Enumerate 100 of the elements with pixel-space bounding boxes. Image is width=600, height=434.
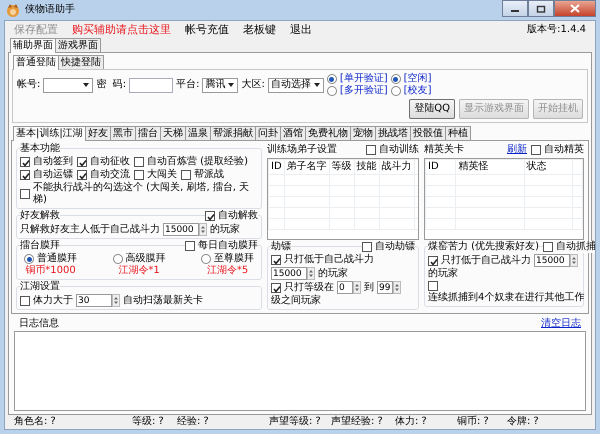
radio-button[interactable] xyxy=(326,74,337,84)
radio-label[interactable]: 普通膜拜 xyxy=(37,253,77,266)
checkbox[interactable] xyxy=(185,241,195,252)
tab[interactable]: 普通登陆 xyxy=(13,55,59,70)
menu-item[interactable]: 老板键 xyxy=(243,23,276,36)
option-label: 级之间玩家 xyxy=(271,295,321,308)
tab[interactable]: 天梯 xyxy=(160,126,186,140)
group-title: 擂台膜拜 xyxy=(20,240,60,252)
column-header[interactable]: 弟子名字 xyxy=(284,160,330,175)
radio-button[interactable] xyxy=(112,254,122,264)
action-button[interactable]: 登陆QQ xyxy=(409,99,455,120)
radio-button[interactable] xyxy=(24,254,34,264)
checkbox-label[interactable]: 自动交流 xyxy=(90,169,130,182)
checkbox[interactable] xyxy=(205,211,215,222)
close-button[interactable] xyxy=(554,0,596,17)
column-header[interactable]: 等级 xyxy=(329,160,354,175)
radio-label[interactable]: 至尊膜拜 xyxy=(214,253,254,266)
number-field[interactable]: 15000 xyxy=(271,267,307,280)
tab[interactable]: 黑市 xyxy=(110,126,136,140)
column-header[interactable]: 技能 xyxy=(354,160,380,175)
checkbox[interactable] xyxy=(20,296,30,306)
tab[interactable]: 温泉 xyxy=(184,126,211,140)
checkbox-label[interactable]: 自动签到 xyxy=(33,156,73,168)
checkbox[interactable] xyxy=(366,145,376,156)
checkbox-label[interactable]: 自动百炼营 (提取经验) xyxy=(147,156,248,168)
radio-button[interactable] xyxy=(390,86,401,96)
radio-button[interactable] xyxy=(201,254,211,264)
checkbox-label[interactable]: 自动运镖 xyxy=(33,169,73,182)
checkbox[interactable] xyxy=(362,242,372,252)
column-header[interactable]: ID xyxy=(268,160,284,175)
checkbox[interactable] xyxy=(20,189,30,200)
checkbox[interactable] xyxy=(428,256,438,266)
account-dropdown[interactable] xyxy=(43,78,94,93)
checkbox[interactable] xyxy=(542,242,553,252)
checkbox[interactable] xyxy=(20,157,30,168)
checkbox[interactable] xyxy=(428,281,438,292)
tab[interactable]: 免费礼物 xyxy=(304,126,351,140)
tab[interactable]: 种植 xyxy=(444,126,471,140)
number-field[interactable]: 30 xyxy=(76,294,112,308)
menu-item[interactable]: 购买辅助请点击这里 xyxy=(72,23,171,36)
number-field[interactable]: 15000 xyxy=(534,254,570,268)
refresh-link[interactable]: 刷新 xyxy=(507,144,527,156)
checkbox-label[interactable]: 帮派战 xyxy=(194,169,224,182)
radio-button[interactable] xyxy=(326,86,337,96)
spinner-icon xyxy=(199,223,207,236)
radio-button[interactable] xyxy=(390,74,401,84)
number-field[interactable]: 15000 xyxy=(163,223,199,236)
checkbox[interactable] xyxy=(77,170,87,180)
tab[interactable]: 问卦 xyxy=(254,126,281,140)
tab[interactable]: 基本|训练|江湖 xyxy=(13,126,86,142)
column-header[interactable]: 战斗力 xyxy=(379,160,414,175)
radio-label[interactable]: [校友] xyxy=(404,85,432,98)
checkbox[interactable] xyxy=(134,157,144,168)
group-title: 精英关卡 xyxy=(424,144,464,156)
spinner-icon xyxy=(393,281,401,294)
checkbox-label[interactable]: 自动征收 xyxy=(90,156,130,168)
checkbox[interactable] xyxy=(77,157,87,168)
tab[interactable]: 好友 xyxy=(84,126,111,140)
radio-label[interactable]: 高级膜拜 xyxy=(126,253,166,266)
number-field[interactable]: 0 xyxy=(337,281,353,294)
maximize-button[interactable] xyxy=(528,0,554,17)
column-header[interactable]: 精英怪 xyxy=(456,160,524,175)
status-label: 声望经验: xyxy=(331,416,374,428)
tab[interactable]: 酒馆 xyxy=(280,126,306,140)
status-value: ? xyxy=(421,416,427,428)
status-value: ? xyxy=(483,416,489,428)
password-field[interactable] xyxy=(129,78,174,93)
platform-dropdown[interactable]: 腾讯 xyxy=(202,78,238,93)
menu-item[interactable]: 帐号充值 xyxy=(185,23,229,36)
tab[interactable]: 游戏界面 xyxy=(55,38,101,52)
tab[interactable]: 擂台 xyxy=(134,126,161,140)
status-value: ? xyxy=(158,416,164,428)
number-field[interactable]: 99 xyxy=(377,281,393,294)
checkbox-label[interactable]: 大闯关 xyxy=(147,169,177,182)
spinner-icon xyxy=(353,281,361,294)
radio-label[interactable]: [单开验证] xyxy=(340,73,388,86)
checkbox-label[interactable]: 不能执行战斗的勾选这个 (大闯关, 刷塔, 擂台, 天梯) xyxy=(33,182,258,206)
column-header[interactable]: ID xyxy=(426,160,456,175)
radio-label[interactable]: [空闲] xyxy=(404,73,432,86)
tab[interactable]: 快捷登陆 xyxy=(58,55,104,70)
checkbox[interactable] xyxy=(20,170,30,180)
region-dropdown[interactable]: 自动选择 xyxy=(268,78,324,93)
tab[interactable]: 宠物 xyxy=(350,126,376,140)
menu-item[interactable]: 退出 xyxy=(290,23,312,36)
clear-log-link[interactable]: 清空日志 xyxy=(541,318,581,330)
option-label: 的玩家 xyxy=(210,224,240,236)
radio-label[interactable]: [多开验证] xyxy=(340,85,388,98)
tab[interactable]: 挑战塔 xyxy=(374,126,411,140)
checkbox[interactable] xyxy=(531,145,541,156)
column-header[interactable]: 状态 xyxy=(524,160,573,175)
group-title: 训练场弟子设置 xyxy=(267,144,337,156)
checkbox[interactable] xyxy=(271,282,281,293)
tab[interactable]: 辅助界面 xyxy=(10,38,56,54)
checkbox[interactable] xyxy=(134,170,144,180)
tab[interactable]: 帮派捐献 xyxy=(210,126,256,140)
tab[interactable]: 投骰值 xyxy=(410,126,446,140)
minimize-button[interactable] xyxy=(502,0,528,17)
checkbox[interactable] xyxy=(181,170,191,180)
status-value: ? xyxy=(315,416,321,428)
checkbox[interactable] xyxy=(271,255,281,266)
